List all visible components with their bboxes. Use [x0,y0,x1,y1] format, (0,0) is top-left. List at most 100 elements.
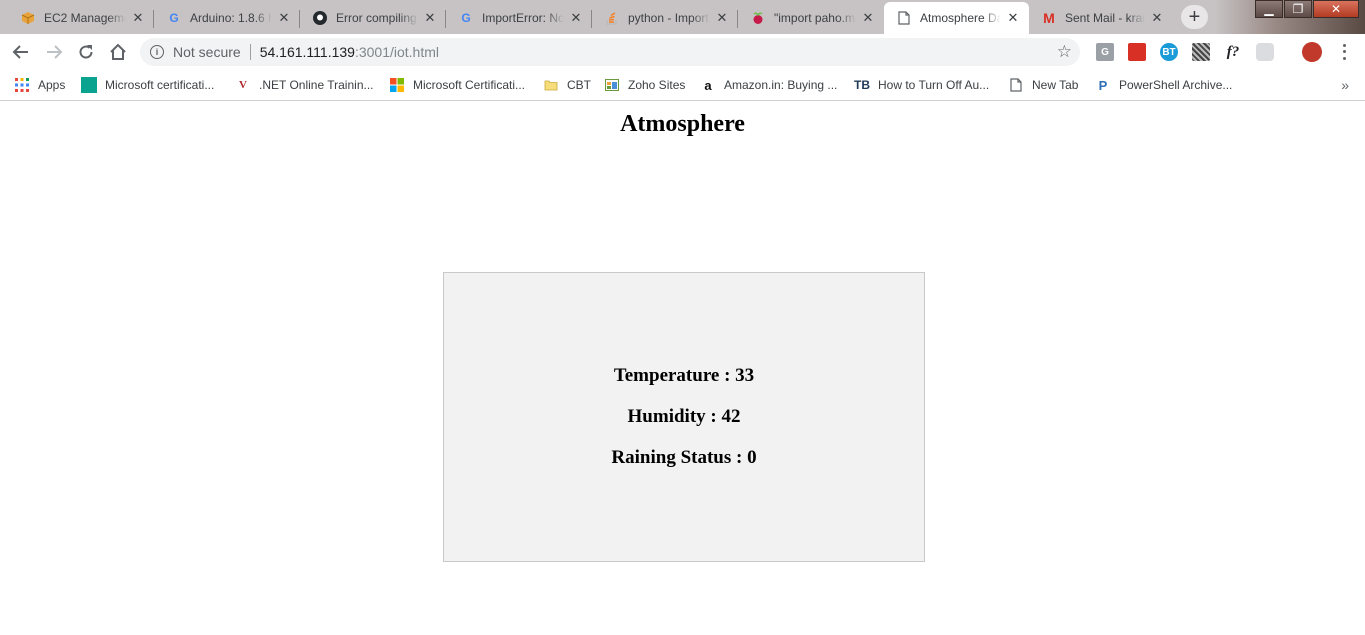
url-path: :3001/iot.html [354,44,440,60]
tab-python[interactable]: python - ImportError ✕ [592,2,738,34]
aws-cube-icon [20,10,36,26]
address-bar[interactable]: i Not secure 54.161.111.139:3001/iot.htm… [140,38,1080,66]
page-content: Atmosphere Temperature : 33 Humidity : 4… [0,102,1365,635]
bookmark-label: Apps [38,78,66,92]
dotnet-icon: V [239,79,247,91]
reload-icon [79,45,93,59]
bookmark-label: CBT [567,78,591,92]
minimize-button[interactable]: ▁ [1255,0,1283,18]
window-close-button[interactable]: ✕ [1313,0,1359,18]
address-divider [249,44,251,60]
forward-arrow-icon [47,45,63,59]
readings-panel: Temperature : 33 Humidity : 42 Raining S… [443,272,925,562]
teal-square-icon [81,77,97,93]
bookmark-turn-off[interactable]: TB How to Turn Off Au... [854,76,989,94]
bookmark-ms-cert[interactable]: Microsoft certificati... [81,76,214,94]
tab-title: python - ImportError [628,11,710,25]
tab-arduino[interactable]: G Arduino: 1.8.6 Hourly ✕ [154,2,300,34]
chevron-right-icon[interactable]: » [1341,77,1349,93]
restore-button[interactable]: ❐ [1284,0,1312,18]
raining-status-reading: Raining Status : 0 [611,447,757,468]
bookmark-label: Amazon.in: Buying ... [724,78,838,92]
tab-github[interactable]: Error compiling for board ✕ [300,2,446,34]
tab-ec2[interactable]: EC2 Management Console ✕ [8,2,154,34]
close-icon[interactable]: ✕ [130,10,146,26]
humidity-reading: Humidity : 42 [627,406,741,427]
close-icon[interactable]: ✕ [1005,10,1021,26]
tab-title: EC2 Management Console [44,11,126,25]
extension-font-icon[interactable]: f? [1224,43,1242,61]
bookmark-label: PowerShell Archive... [1119,78,1233,92]
folder-icon [543,77,559,93]
tb-icon: TB [854,78,870,92]
tab-title: "import paho.mqtt" [774,11,856,25]
url-host: 54.161.111.139 [259,44,355,60]
raspberry-pi-icon [750,10,766,26]
extension-grey-icon[interactable] [1256,43,1274,61]
powershell-icon: P [1098,77,1108,93]
home-icon [110,43,126,60]
close-icon[interactable]: ✕ [422,10,438,26]
profile-avatar[interactable] [1302,42,1322,62]
gmail-icon: M [1043,10,1055,26]
close-icon[interactable]: ✕ [714,10,730,26]
close-icon[interactable]: ✕ [276,10,292,26]
temperature-reading: Temperature : 33 [613,365,755,386]
extension-g-icon[interactable]: G [1096,43,1114,61]
extension-bt-icon[interactable]: BT [1160,43,1178,61]
page-icon [1008,77,1024,93]
tab-title: Atmosphere Data [920,11,1001,25]
bookmark-label: New Tab [1032,78,1079,92]
tab-atmosphere[interactable]: Atmosphere Data ✕ [884,2,1029,34]
zoho-icon [604,77,620,93]
reload-button[interactable] [74,40,98,64]
close-icon[interactable]: ✕ [1149,10,1165,26]
back-arrow-icon [12,45,28,59]
menu-dots-icon[interactable] [1339,42,1349,62]
tab-title: Error compiling for board [336,11,418,25]
close-icon[interactable]: ✕ [860,10,876,26]
extension-book-icon[interactable] [1128,43,1146,61]
apps-grid-icon [14,77,30,93]
bookmark-amazon[interactable]: a Amazon.in: Buying ... [700,76,837,94]
microsoft-logo-icon [389,77,405,93]
bookmark-new-tab[interactable]: New Tab [1008,76,1078,94]
bookmark-apps[interactable]: Apps [14,76,65,94]
amazon-icon: a [704,77,712,93]
page-icon [896,10,912,26]
forward-button[interactable] [42,40,66,64]
tab-gmail[interactable]: M Sent Mail - kran ✕ [1029,2,1173,34]
bookmark-powershell[interactable]: P PowerShell Archive... [1095,76,1233,94]
bookmark-zoho[interactable]: Zoho Sites [604,76,685,94]
info-icon[interactable]: i [150,45,164,59]
bookmark-label: Microsoft certificati... [105,78,215,92]
bookmark-dotnet[interactable]: V .NET Online Trainin... [235,76,374,94]
bookmark-label: Zoho Sites [628,78,686,92]
bookmark-ms-cert-2[interactable]: Microsoft Certificati... [389,76,525,94]
tab-paho[interactable]: "import paho.mqtt" ✕ [738,2,884,34]
close-icon[interactable]: ✕ [568,10,584,26]
bookmark-label: Microsoft Certificati... [413,78,526,92]
page-title: Atmosphere [620,111,745,137]
tab-title: Arduino: 1.8.6 Hourly [190,11,272,25]
new-tab-button[interactable]: + [1181,5,1208,29]
google-icon: G [461,11,471,25]
tab-strip: EC2 Management Console ✕ G Arduino: 1.8.… [0,0,1365,34]
bookmark-star-icon[interactable]: ☆ [1057,42,1072,62]
tab-title: Sent Mail - kran [1065,11,1145,25]
tab-title: ImportError: No module [482,11,564,25]
security-label: Not secure [173,44,241,60]
bookmark-cbt[interactable]: CBT [543,76,591,94]
bookmarks-bar: Apps Microsoft certificati... V .NET Onl… [0,70,1365,101]
stackoverflow-icon [604,10,620,26]
github-icon [312,10,328,26]
tab-importerror[interactable]: G ImportError: No module ✕ [446,2,592,34]
bookmark-label: .NET Online Trainin... [259,78,374,92]
home-button[interactable] [106,40,130,64]
back-button[interactable] [9,40,33,64]
bookmark-label: How to Turn Off Au... [878,78,990,92]
window-controls: ▁ ❐ ✕ [1254,0,1359,18]
google-icon: G [169,11,179,25]
extension-qr-icon[interactable] [1192,43,1210,61]
browser-toolbar: i Not secure 54.161.111.139:3001/iot.htm… [0,34,1365,70]
